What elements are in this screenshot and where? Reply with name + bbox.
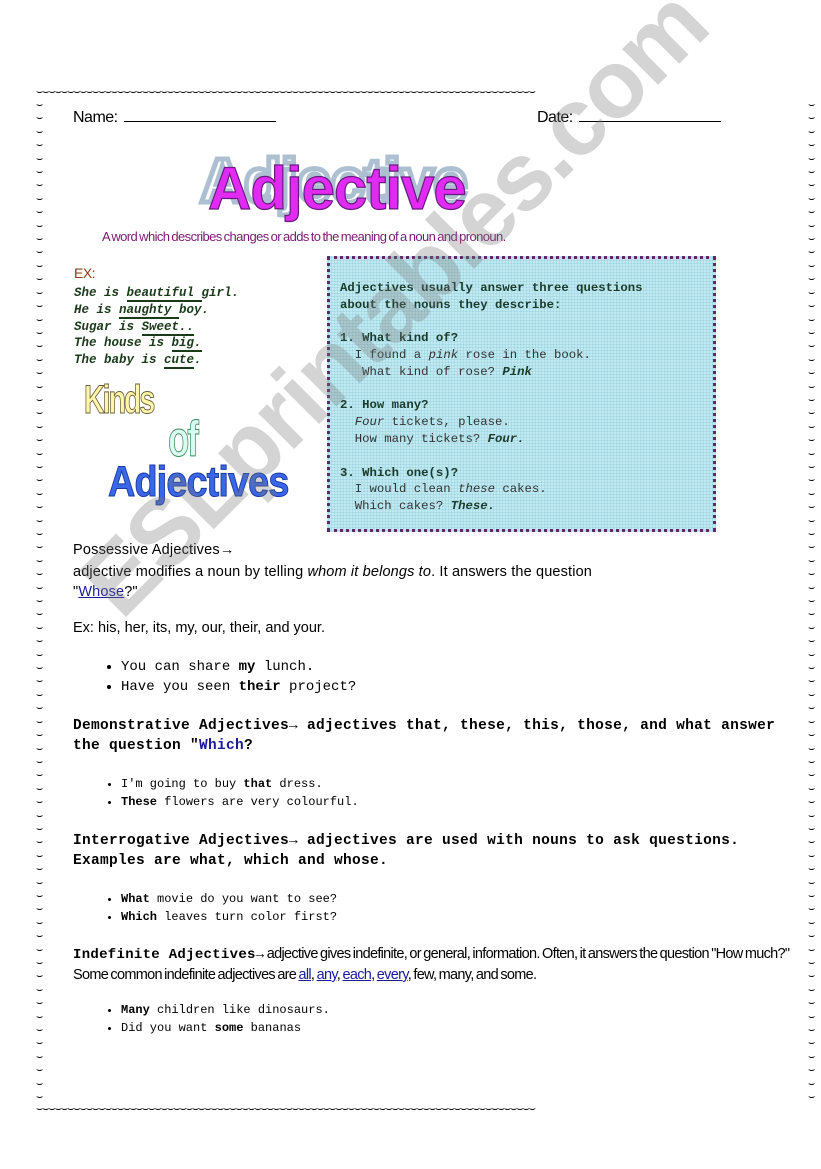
name-blank-line (123, 120, 276, 122)
any-link[interactable]: any (317, 967, 338, 983)
possessive-example-list: You can share my lunch. Have you seen th… (73, 658, 821, 697)
page-title: Adjective Adjective (198, 145, 540, 223)
example-sentence: She is beautiful girl. (74, 286, 240, 302)
list-item: Many children like dinosaurs. (121, 1001, 821, 1019)
interrogative-example-list: What movie do you want to see? Which lea… (73, 890, 821, 926)
all-link[interactable]: all (299, 967, 312, 983)
list-item: Which leaves turn color first? (121, 908, 821, 926)
question-heading: 1. What kind of? (340, 331, 459, 346)
question-example: I would clean these cakes. (340, 482, 547, 497)
whose-link[interactable]: Whose (78, 584, 124, 600)
wordart-kinds: Kinds (84, 378, 156, 423)
question-example: Four tickets, please. (354, 415, 510, 430)
possessive-heading: Possessive Adjectives→ (73, 542, 235, 558)
examples-label: EX: (74, 265, 96, 281)
list-item: You can share my lunch. (121, 658, 821, 678)
question-example: I found a pink rose in the book. (340, 347, 591, 362)
list-item: What movie do you want to see? (121, 890, 821, 908)
three-questions-box: Adjectives usually answer three question… (327, 256, 716, 532)
which-link[interactable]: Which (199, 738, 244, 754)
wordart-adjectives: Adjectives (108, 458, 290, 507)
list-item: Have you seen their project? (121, 678, 821, 698)
title-text: Adjective (207, 154, 467, 222)
decorative-border-top: ⌣⌣⌣⌣⌣⌣⌣⌣⌣⌣⌣⌣⌣⌣⌣⌣⌣⌣⌣⌣⌣⌣⌣⌣⌣⌣⌣⌣⌣⌣⌣⌣⌣⌣⌣⌣⌣⌣⌣⌣… (36, 86, 536, 98)
example-sentence: Sugar is Sweet.. (74, 319, 195, 336)
list-item: Did you want some bananas (121, 1019, 821, 1037)
date-label: Date: (537, 109, 573, 126)
list-item: These flowers are very colourful. (121, 793, 821, 811)
possessive-examples: Ex: his, her, its, my, our, their, and y… (73, 620, 325, 636)
interrogative-heading: Interrogative Adjectives→ adjectives are… (73, 833, 740, 869)
indefinite-heading: Indefinite Adjectives→ adjective gives i… (73, 946, 790, 983)
name-field: Name: (73, 109, 276, 127)
each-link[interactable]: each (342, 967, 371, 983)
example-sentence: The baby is cute. (74, 353, 202, 370)
definition-text: A word which describes changes or adds t… (102, 229, 506, 244)
list-item: I'm going to buy that dress. (121, 775, 821, 793)
name-label: Name: (73, 109, 118, 126)
indefinite-example-list: Many children like dinosaurs. Did you wa… (73, 1001, 821, 1037)
possessive-definition: adjective modifies a noun by telling who… (73, 564, 592, 600)
question-heading: 2. How many? (340, 398, 429, 413)
example-sentence: The house is big. (74, 336, 202, 353)
box-intro-line-1: Adjectives usually answer three question… (340, 280, 643, 295)
examples-list: She is beautiful girl. He is naughty boy… (74, 285, 240, 370)
box-intro-line-2: about the nouns they describe: (340, 297, 562, 312)
date-blank-line (578, 120, 721, 122)
demonstrative-example-list: I'm going to buy that dress. These flowe… (73, 775, 821, 811)
question-answer-line: Which cakes? These. (340, 499, 495, 514)
every-link[interactable]: every (377, 967, 409, 983)
question-heading: 3. Which one(s)? (340, 465, 459, 480)
decorative-border-left: ⌣ ⌣ ⌣ ⌣ ⌣ ⌣ ⌣ ⌣ ⌣ ⌣ ⌣ ⌣ ⌣ ⌣ ⌣ ⌣ ⌣ ⌣ ⌣ ⌣ … (36, 98, 44, 1104)
demonstrative-heading: Demonstrative Adjectives→ adjectives tha… (73, 718, 776, 754)
date-field: Date: (537, 109, 721, 127)
question-answer-line: What kind of rose? Pink (340, 364, 532, 379)
question-answer-line: How many tickets? Four. (340, 431, 525, 446)
decorative-border-right: ⌣ ⌣ ⌣ ⌣ ⌣ ⌣ ⌣ ⌣ ⌣ ⌣ ⌣ ⌣ ⌣ ⌣ ⌣ ⌣ ⌣ ⌣ ⌣ ⌣ … (808, 98, 816, 1104)
example-sentence: He is naughty boy. (74, 302, 210, 319)
decorative-border-bottom: ⌣⌣⌣⌣⌣⌣⌣⌣⌣⌣⌣⌣⌣⌣⌣⌣⌣⌣⌣⌣⌣⌣⌣⌣⌣⌣⌣⌣⌣⌣⌣⌣⌣⌣⌣⌣⌣⌣⌣⌣… (36, 1103, 536, 1115)
